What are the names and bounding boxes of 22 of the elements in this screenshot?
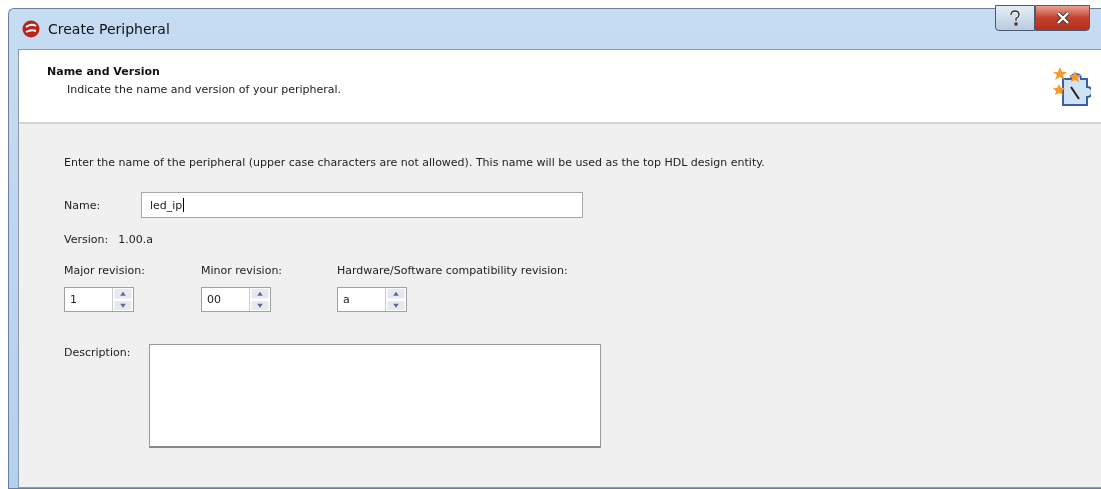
name-field[interactable]: led_ip — [141, 192, 583, 218]
close-button[interactable] — [1035, 5, 1090, 31]
version-label: Version: — [64, 233, 109, 246]
app-logo-icon — [22, 20, 40, 38]
instruction-text: Enter the name of the peripheral (upper case characters are not allowed). This name will be used as the top HDL design entity. — [64, 156, 766, 169]
page-subtitle: Indicate the name and version of your peripheral. — [66, 83, 342, 96]
version-value: 1.00.a — [118, 233, 153, 246]
spinner-field[interactable]: 00 — [201, 287, 271, 312]
page-title: Name and Version — [47, 65, 161, 78]
spinner-field[interactable]: a — [337, 287, 407, 312]
spinner-field[interactable]: 1 — [64, 287, 134, 312]
description-label: Description: — [64, 345, 132, 359]
help-button[interactable] — [995, 5, 1035, 31]
puzzle-stars-icon — [1051, 65, 1091, 107]
name-label: Name: — [64, 198, 102, 212]
description-field[interactable] — [149, 344, 601, 448]
help-icon — [1009, 10, 1021, 26]
field-label: Hardware/Software compatibility revision: — [337, 264, 568, 277]
field-label: Minor revision: — [201, 264, 284, 277]
close-icon — [1055, 12, 1070, 24]
window-title: Create Peripheral — [48, 21, 170, 37]
field-label: Major revision: — [64, 264, 146, 277]
